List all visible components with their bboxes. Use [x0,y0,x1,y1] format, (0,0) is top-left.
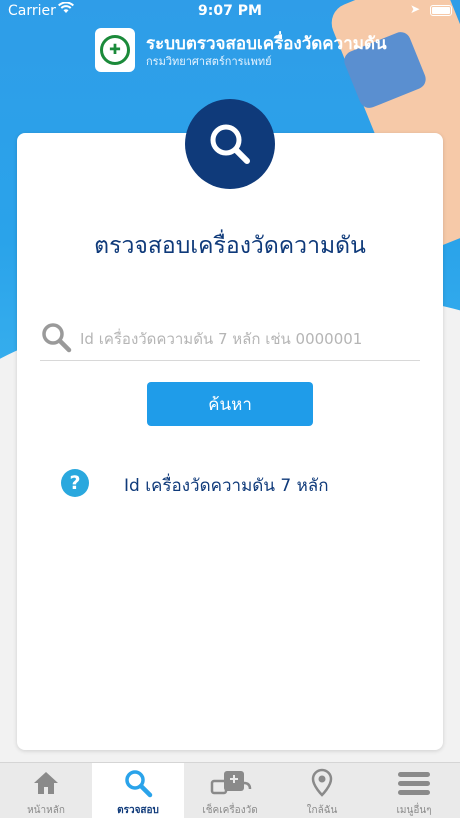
search-button[interactable]: ค้นหา [147,382,313,426]
tab-search[interactable]: ตรวจสอบ [92,763,184,818]
bp-monitor-icon [208,769,252,797]
seal-icon: ✚ [100,35,130,65]
tab-home[interactable]: หน้าหลัก [0,763,92,818]
search-icon [40,321,72,357]
tab-label: เช็คเครื่องวัด [202,805,258,816]
tab-nearby[interactable]: ใกล้ฉัน [276,763,368,818]
search-badge-icon [185,99,275,189]
help-icon[interactable]: ? [61,469,89,497]
tab-label: หน้าหลัก [27,805,65,816]
search-icon [123,769,153,798]
tab-check-device[interactable]: เช็คเครื่องวัด [184,763,276,818]
device-id-input[interactable] [78,324,422,354]
battery-icon [430,5,452,16]
menu-icon [398,769,430,797]
clock: 9:07 PM [198,3,262,19]
status-bar: Carrier 9:07 PM ➤ [0,0,460,24]
search-card [17,133,443,750]
tab-bar: หน้าหลัก ตรวจสอบ เช็คเครื่องวัด ใกล้ฉัน … [0,762,460,818]
tab-more[interactable]: เมนูอื่นๆ [368,763,460,818]
tab-label: เมนูอื่นๆ [396,805,432,816]
tab-label: ตรวจสอบ [117,805,159,816]
tab-label: ใกล้ฉัน [306,805,338,816]
help-text[interactable]: Id เครื่องวัดความดัน 7 หลัก [124,472,329,499]
department-logo: ✚ [95,28,135,72]
app-subtitle: กรมวิทยาศาสตร์การแพทย์ [146,55,272,68]
home-icon [32,769,60,797]
page-title: ตรวจสอบเครื่องวัดความดัน [94,233,366,259]
location-arrow-icon: ➤ [409,2,420,16]
search-field [40,316,422,361]
location-pin-icon [310,768,334,797]
